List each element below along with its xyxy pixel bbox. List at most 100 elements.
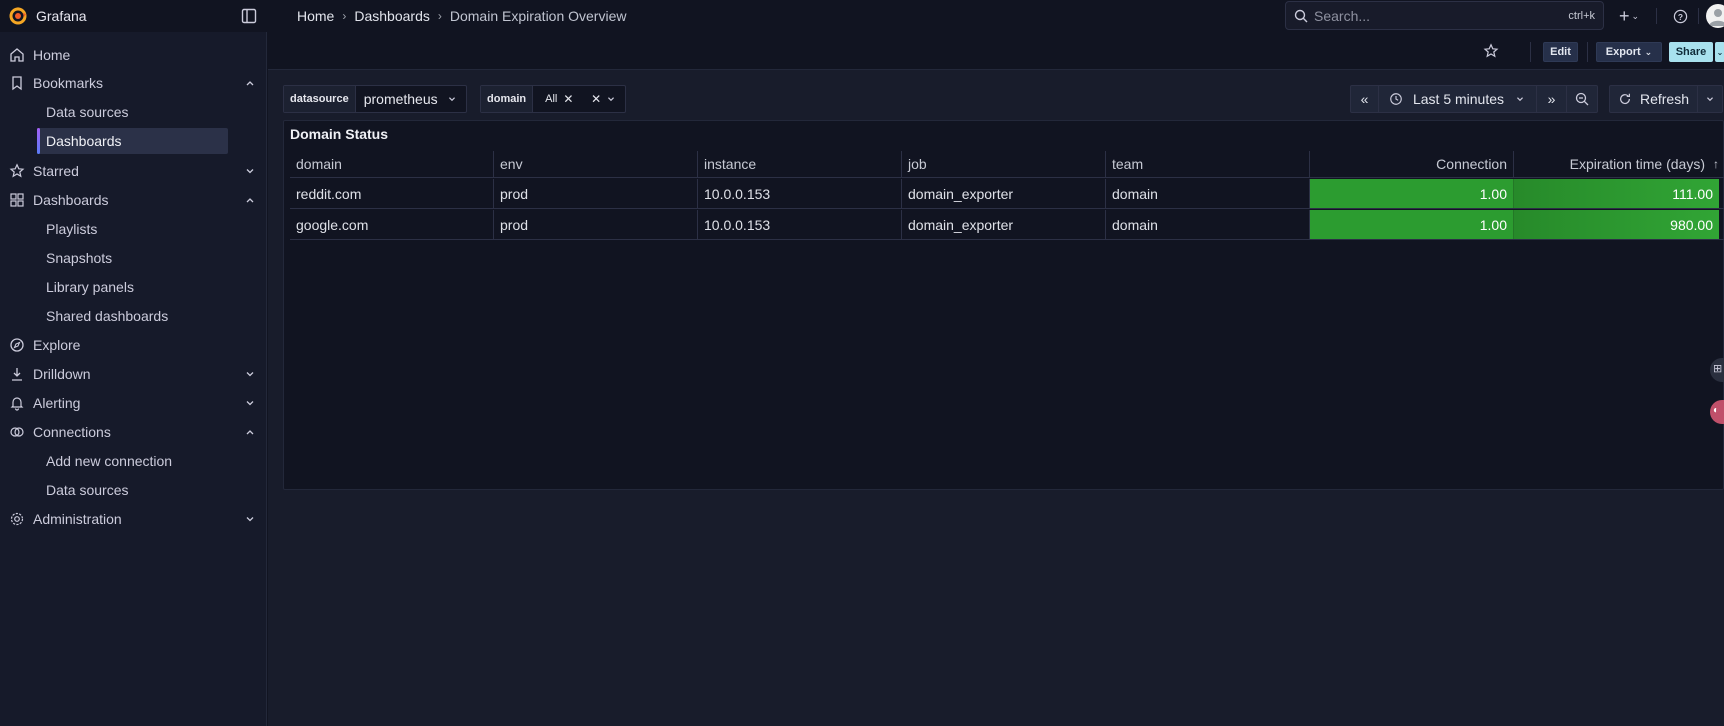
sidebar-item-starred[interactable]: Starred	[0, 158, 267, 184]
chevrons-right-icon: »	[1547, 91, 1556, 107]
column-header-team[interactable]: team	[1106, 151, 1310, 177]
time-shift-back-button[interactable]: «	[1351, 86, 1379, 112]
sidebar-item-label: Drilldown	[33, 366, 91, 382]
sidebar-item-dashboards[interactable]: Dashboards	[0, 187, 267, 213]
sidebar-item-label: Starred	[33, 163, 79, 179]
column-header-job[interactable]: job	[902, 151, 1106, 177]
table-cell: domain	[1106, 210, 1310, 239]
sidebar-item-label: Dashboards	[33, 192, 109, 208]
chevron-down-icon[interactable]	[243, 396, 257, 410]
sidebar-item-snapshots[interactable]: Snapshots	[0, 245, 267, 271]
breadcrumb-dashboards[interactable]: Dashboards	[354, 8, 430, 24]
column-header-connection[interactable]: Connection	[1310, 151, 1514, 177]
column-header-instance[interactable]: instance	[698, 151, 902, 177]
sidebar-item-bookmarks-dashboards[interactable]: Dashboards	[37, 128, 228, 154]
chevron-up-icon[interactable]	[243, 193, 257, 207]
brand[interactable]: Grafana	[0, 0, 267, 32]
time-shift-forward-button[interactable]: »	[1537, 86, 1567, 112]
domain-chip: All ✕	[541, 92, 577, 106]
sidebar-item-drilldown[interactable]: Drilldown	[0, 361, 267, 387]
table-cell: domain_exporter	[902, 179, 1106, 208]
export-button[interactable]: Export ⌄	[1596, 42, 1662, 62]
star-icon[interactable]	[1483, 43, 1499, 59]
table-cell-connection: 1.00	[1310, 179, 1514, 208]
grid-icon: ⊞	[1713, 363, 1723, 375]
search-shortcut: ctrl+k	[1568, 9, 1595, 22]
refresh-label: Refresh	[1639, 91, 1690, 107]
chevron-down-icon	[1517, 97, 1523, 102]
column-header-label: Connection	[1436, 156, 1507, 172]
user-avatar-icon	[1709, 9, 1724, 26]
refresh-picker[interactable]: Refresh	[1609, 85, 1723, 113]
column-header-expiration[interactable]: Expiration time (days) ↑	[1514, 151, 1724, 177]
variable-datasource[interactable]: datasource prometheus	[283, 85, 467, 113]
chip-remove-icon[interactable]: ✕	[563, 92, 573, 106]
table-cell-connection: 1.00	[1310, 210, 1514, 239]
sidebar-item-connections-data-sources[interactable]: Data sources	[0, 477, 267, 503]
clear-icon[interactable]: ✕	[591, 92, 601, 106]
sidebar-item-shared-dashboards[interactable]: Shared dashboards	[0, 303, 267, 329]
time-picker[interactable]: « Last 5 minutes »	[1350, 85, 1598, 113]
domain-select[interactable]: All ✕ ✕	[533, 86, 625, 112]
column-header-domain[interactable]: domain	[290, 151, 494, 177]
column-header-label: domain	[296, 156, 342, 172]
sidebar-item-label: Bookmarks	[33, 75, 104, 91]
table-row[interactable]: google.com prod 10.0.0.153 domain_export…	[290, 210, 1724, 240]
sidebar-item-administration[interactable]: Administration	[0, 506, 267, 532]
share-dropdown-button[interactable]: ⌄	[1715, 42, 1724, 62]
sidebar-item-bookmarks-data-sources[interactable]: Data sources	[0, 99, 267, 125]
time-range-button[interactable]: Last 5 minutes	[1379, 86, 1537, 112]
sidebar-item-label: Alerting	[33, 395, 81, 411]
chevron-up-icon[interactable]	[243, 425, 257, 439]
sidebar-item-label: Snapshots	[46, 250, 113, 266]
chevron-down-icon[interactable]	[243, 164, 257, 178]
help-button[interactable]: ?	[1668, 4, 1692, 28]
refresh-button[interactable]: Refresh	[1610, 86, 1698, 112]
variable-domain[interactable]: domain All ✕ ✕	[480, 85, 627, 113]
column-header-label: env	[500, 156, 523, 172]
sidebar-item-library-panels[interactable]: Library panels	[0, 274, 267, 300]
search-bar[interactable]: ctrl+k	[1285, 1, 1604, 30]
table-cell: domain_exporter	[902, 210, 1106, 239]
sidebar-item-add-new-connection[interactable]: Add new connection	[0, 448, 267, 474]
edit-label: Edit	[1550, 46, 1571, 58]
time-range-label: Last 5 minutes	[1412, 91, 1505, 107]
variable-label: datasource	[284, 86, 356, 112]
refresh-interval-dropdown[interactable]	[1698, 86, 1722, 112]
column-header-label: Expiration time (days)	[1569, 156, 1705, 172]
chevron-down-icon[interactable]	[243, 367, 257, 381]
table-cell-expiration: 980.00	[1514, 210, 1719, 239]
edit-button[interactable]: Edit	[1543, 42, 1578, 62]
sidebar-item-home[interactable]: Home	[0, 42, 267, 68]
plus-icon: +	[1618, 6, 1630, 26]
sidebar-item-explore[interactable]: Explore	[0, 332, 267, 358]
table-row[interactable]: reddit.com prod 10.0.0.153 domain_export…	[290, 179, 1724, 209]
sidebar-item-connections[interactable]: Connections	[0, 419, 267, 445]
chevron-up-icon[interactable]	[243, 76, 257, 90]
sidebar-item-alerting[interactable]: Alerting	[0, 390, 267, 416]
datasource-select[interactable]: prometheus	[356, 86, 466, 112]
dock-menu-icon[interactable]	[241, 8, 257, 24]
zoom-out-button[interactable]	[1567, 86, 1597, 112]
search-input[interactable]	[1314, 7, 1563, 24]
breadcrumb-home[interactable]: Home	[297, 8, 334, 24]
compass-icon	[10, 338, 24, 352]
column-header-label: team	[1112, 156, 1144, 172]
breadcrumb-separator-icon: ›	[437, 9, 442, 23]
grafana-logo-icon	[9, 7, 27, 25]
chevron-down-icon[interactable]	[243, 512, 257, 526]
share-button[interactable]: Share	[1669, 42, 1713, 62]
brand-name: Grafana	[36, 8, 87, 24]
new-button[interactable]: + ⌄	[1614, 4, 1644, 28]
search-icon	[1294, 9, 1308, 22]
main-content: Edit Export ⌄ Share ⌄ datasource prometh…	[268, 32, 1724, 726]
table-header-row: domain env instance job team Connection …	[290, 151, 1724, 178]
sidebar-item-label: Connections	[33, 424, 111, 440]
sidebar-item-bookmarks[interactable]: Bookmarks	[0, 70, 267, 96]
column-header-env[interactable]: env	[494, 151, 698, 177]
share-label: Share	[1675, 46, 1707, 58]
breadcrumb-current: Domain Expiration Overview	[449, 8, 627, 24]
avatar[interactable]	[1706, 4, 1724, 28]
sidebar-item-playlists[interactable]: Playlists	[0, 216, 267, 242]
table-cell: 10.0.0.153	[698, 210, 902, 239]
